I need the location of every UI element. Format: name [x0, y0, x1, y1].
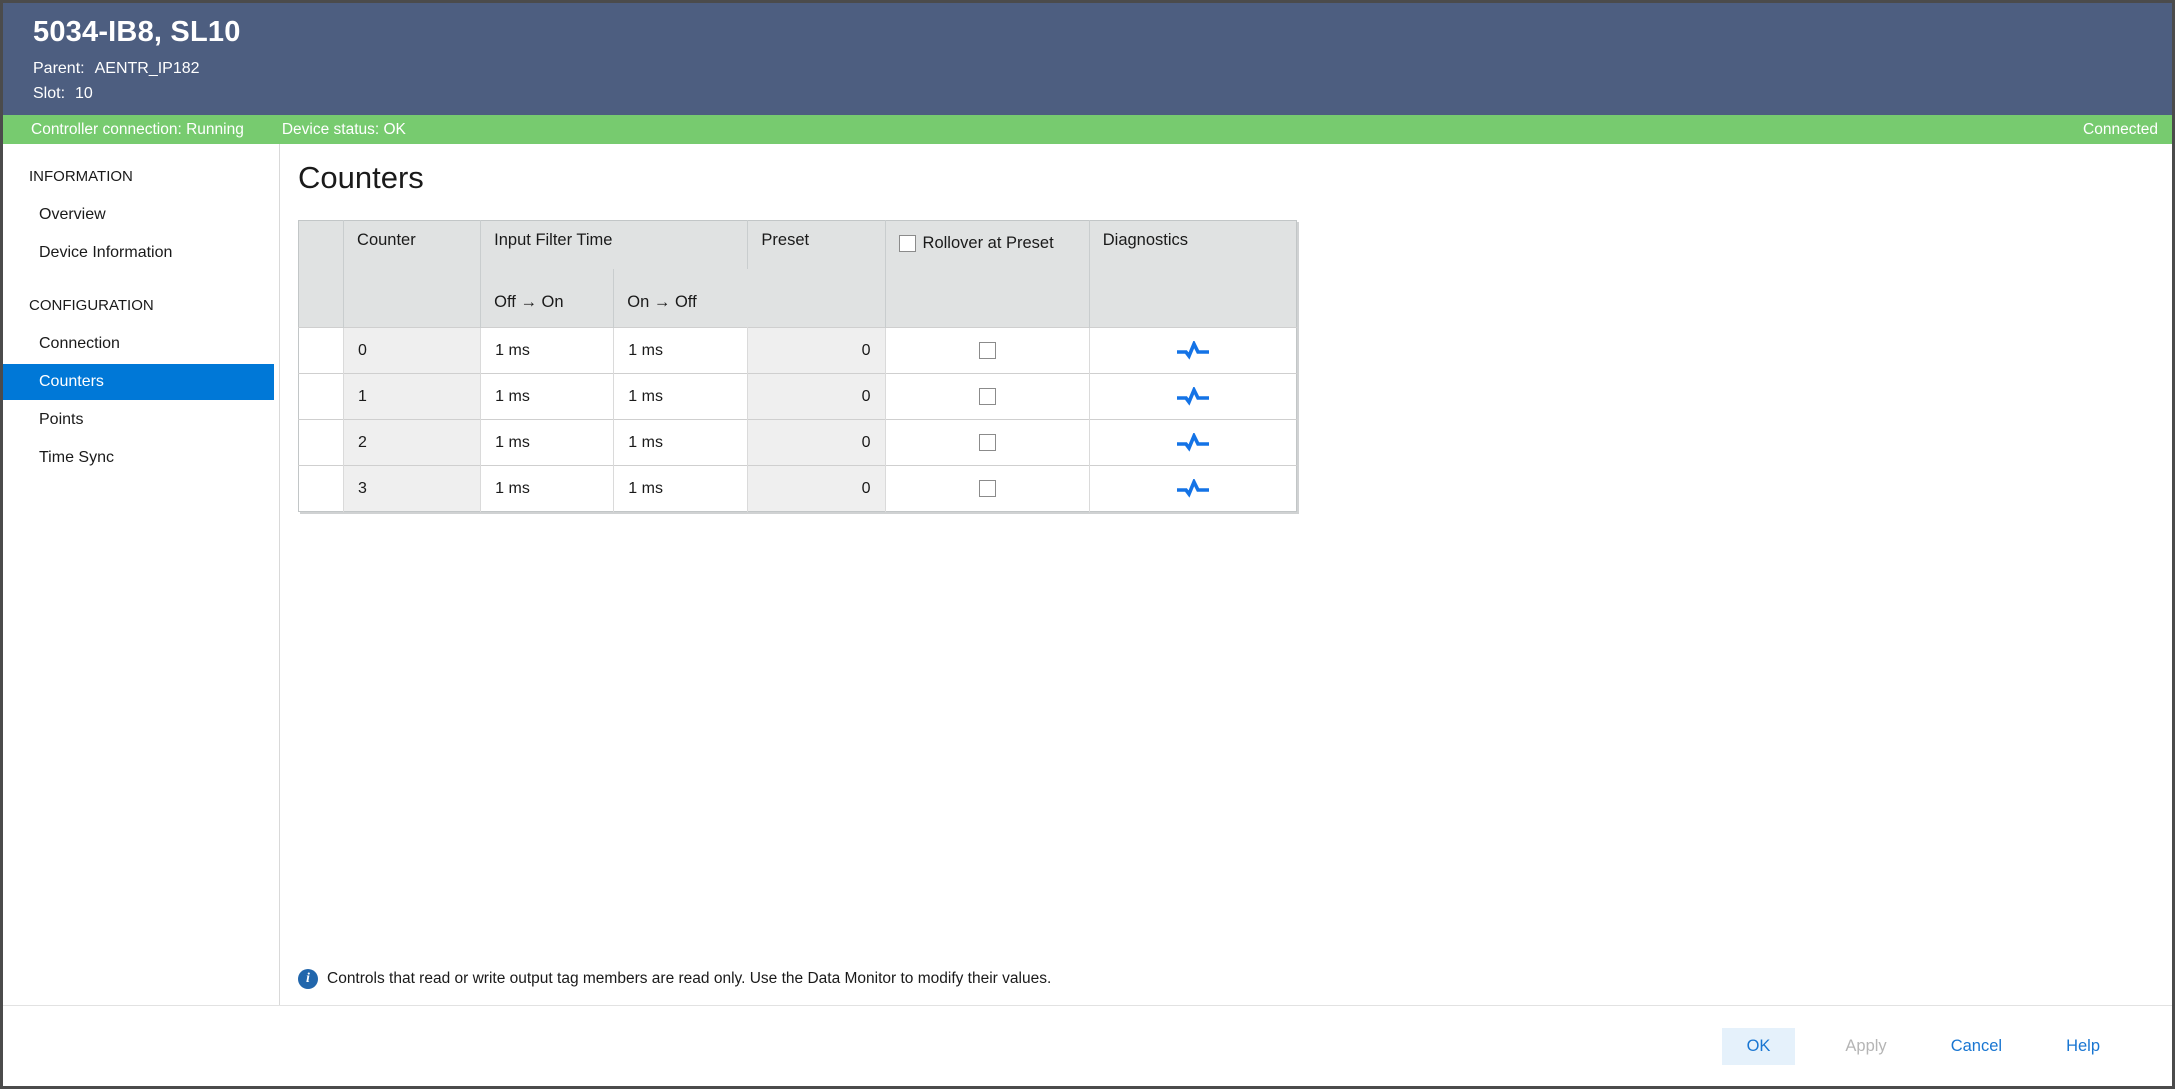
row-selector-cell[interactable]: [299, 466, 344, 512]
status-bar: Controller connection: Running Device st…: [3, 115, 2172, 144]
sidebar-item-points[interactable]: Points: [3, 402, 279, 438]
main-content: Counters Counter Input Filter Time Prese…: [280, 144, 2172, 1005]
rollover-header-label: Rollover at Preset: [923, 231, 1054, 257]
off-on-cell[interactable]: 1 ms: [481, 420, 614, 466]
table-row: 1 1 ms 1 ms 0: [299, 374, 1297, 420]
parent-row: Parent: AENTR_IP182: [33, 60, 2172, 78]
diagnostics-icon[interactable]: [1175, 341, 1211, 361]
sidebar-item-connection[interactable]: Connection: [3, 326, 279, 362]
ok-button[interactable]: OK: [1722, 1028, 1796, 1065]
rollover-select-all-checkbox[interactable]: [899, 235, 916, 252]
diagnostics-column-header: Diagnostics: [1089, 221, 1296, 328]
input-filter-time-group-header: Input Filter Time: [481, 221, 748, 269]
diagnostics-cell[interactable]: [1089, 420, 1296, 466]
counter-cell: 0: [344, 328, 481, 374]
preset-cell: 0: [748, 420, 885, 466]
off-on-cell[interactable]: 1 ms: [481, 374, 614, 420]
read-only-note: i Controls that read or write output tag…: [298, 969, 2172, 989]
sidebar-item-device-information[interactable]: Device Information: [3, 235, 279, 271]
section-title-information: INFORMATION: [3, 160, 279, 195]
sidebar: INFORMATION Overview Device Information …: [3, 144, 280, 1005]
preset-cell: 0: [748, 466, 885, 512]
rollover-checkbox[interactable]: [979, 342, 996, 359]
row-selector-header: [299, 221, 344, 269]
sidebar-item-overview[interactable]: Overview: [3, 197, 279, 233]
preset-cell: 0: [748, 328, 885, 374]
off-on-cell[interactable]: 1 ms: [481, 466, 614, 512]
apply-button[interactable]: Apply: [1831, 1028, 1900, 1065]
rollover-checkbox[interactable]: [979, 434, 996, 451]
note-text: Controls that read or write output tag m…: [327, 970, 1051, 988]
page-title: Counters: [298, 160, 2172, 196]
on-off-cell[interactable]: 1 ms: [614, 328, 748, 374]
cancel-button[interactable]: Cancel: [1937, 1028, 2016, 1065]
diagnostics-cell[interactable]: [1089, 374, 1296, 420]
sidebar-item-counters[interactable]: Counters: [3, 364, 274, 400]
on-off-cell[interactable]: 1 ms: [614, 374, 748, 420]
preset-column-header: Preset: [748, 221, 885, 328]
row-selector-cell[interactable]: [299, 420, 344, 466]
slot-label: Slot:: [33, 85, 65, 103]
off-on-column-header: Off → On: [481, 269, 614, 328]
sidebar-item-time-sync[interactable]: Time Sync: [3, 440, 279, 476]
rollover-checkbox[interactable]: [979, 388, 996, 405]
rollover-checkbox[interactable]: [979, 480, 996, 497]
diagnostics-cell[interactable]: [1089, 328, 1296, 374]
on-off-cell[interactable]: 1 ms: [614, 420, 748, 466]
blank-subheader: [299, 269, 344, 328]
diagnostics-icon[interactable]: [1175, 433, 1211, 453]
device-status: Device status: OK: [282, 121, 406, 139]
counter-cell: 1: [344, 374, 481, 420]
on-off-column-header: On → Off: [614, 269, 748, 328]
info-icon: i: [298, 969, 318, 989]
slot-row: Slot: 10: [33, 85, 2172, 103]
off-on-cell[interactable]: 1 ms: [481, 328, 614, 374]
titlebar: 5034-IB8, SL10 Parent: AENTR_IP182 Slot:…: [3, 3, 2172, 115]
parent-value: AENTR_IP182: [95, 60, 200, 78]
sidebar-section-configuration: CONFIGURATION Connection Counters Points…: [3, 289, 279, 476]
parent-label: Parent:: [33, 60, 85, 78]
table-row: 0 1 ms 1 ms 0: [299, 328, 1297, 374]
section-title-configuration: CONFIGURATION: [3, 289, 279, 324]
rollover-column-header: Rollover at Preset: [885, 221, 1089, 328]
on-off-cell[interactable]: 1 ms: [614, 466, 748, 512]
table-row: 2 1 ms 1 ms 0: [299, 420, 1297, 466]
sidebar-section-information: INFORMATION Overview Device Information: [3, 160, 279, 271]
diagnostics-icon[interactable]: [1175, 479, 1211, 499]
counter-column-header: Counter: [344, 221, 481, 328]
slot-value: 10: [75, 85, 93, 103]
diagnostics-cell[interactable]: [1089, 466, 1296, 512]
help-button[interactable]: Help: [2052, 1028, 2114, 1065]
counters-table: Counter Input Filter Time Preset Rollove…: [298, 220, 1297, 512]
module-properties-window: 5034-IB8, SL10 Parent: AENTR_IP182 Slot:…: [0, 0, 2175, 1089]
diagnostics-icon[interactable]: [1175, 387, 1211, 407]
counter-cell: 3: [344, 466, 481, 512]
counter-cell: 2: [344, 420, 481, 466]
footer: OK Apply Cancel Help: [3, 1005, 2172, 1086]
module-title: 5034-IB8, SL10: [33, 16, 2172, 49]
row-selector-cell[interactable]: [299, 374, 344, 420]
connection-state: Connected: [2083, 121, 2158, 139]
preset-cell: 0: [748, 374, 885, 420]
table-row: 3 1 ms 1 ms 0: [299, 466, 1297, 512]
row-selector-cell[interactable]: [299, 328, 344, 374]
controller-connection-status: Controller connection: Running: [31, 121, 244, 139]
